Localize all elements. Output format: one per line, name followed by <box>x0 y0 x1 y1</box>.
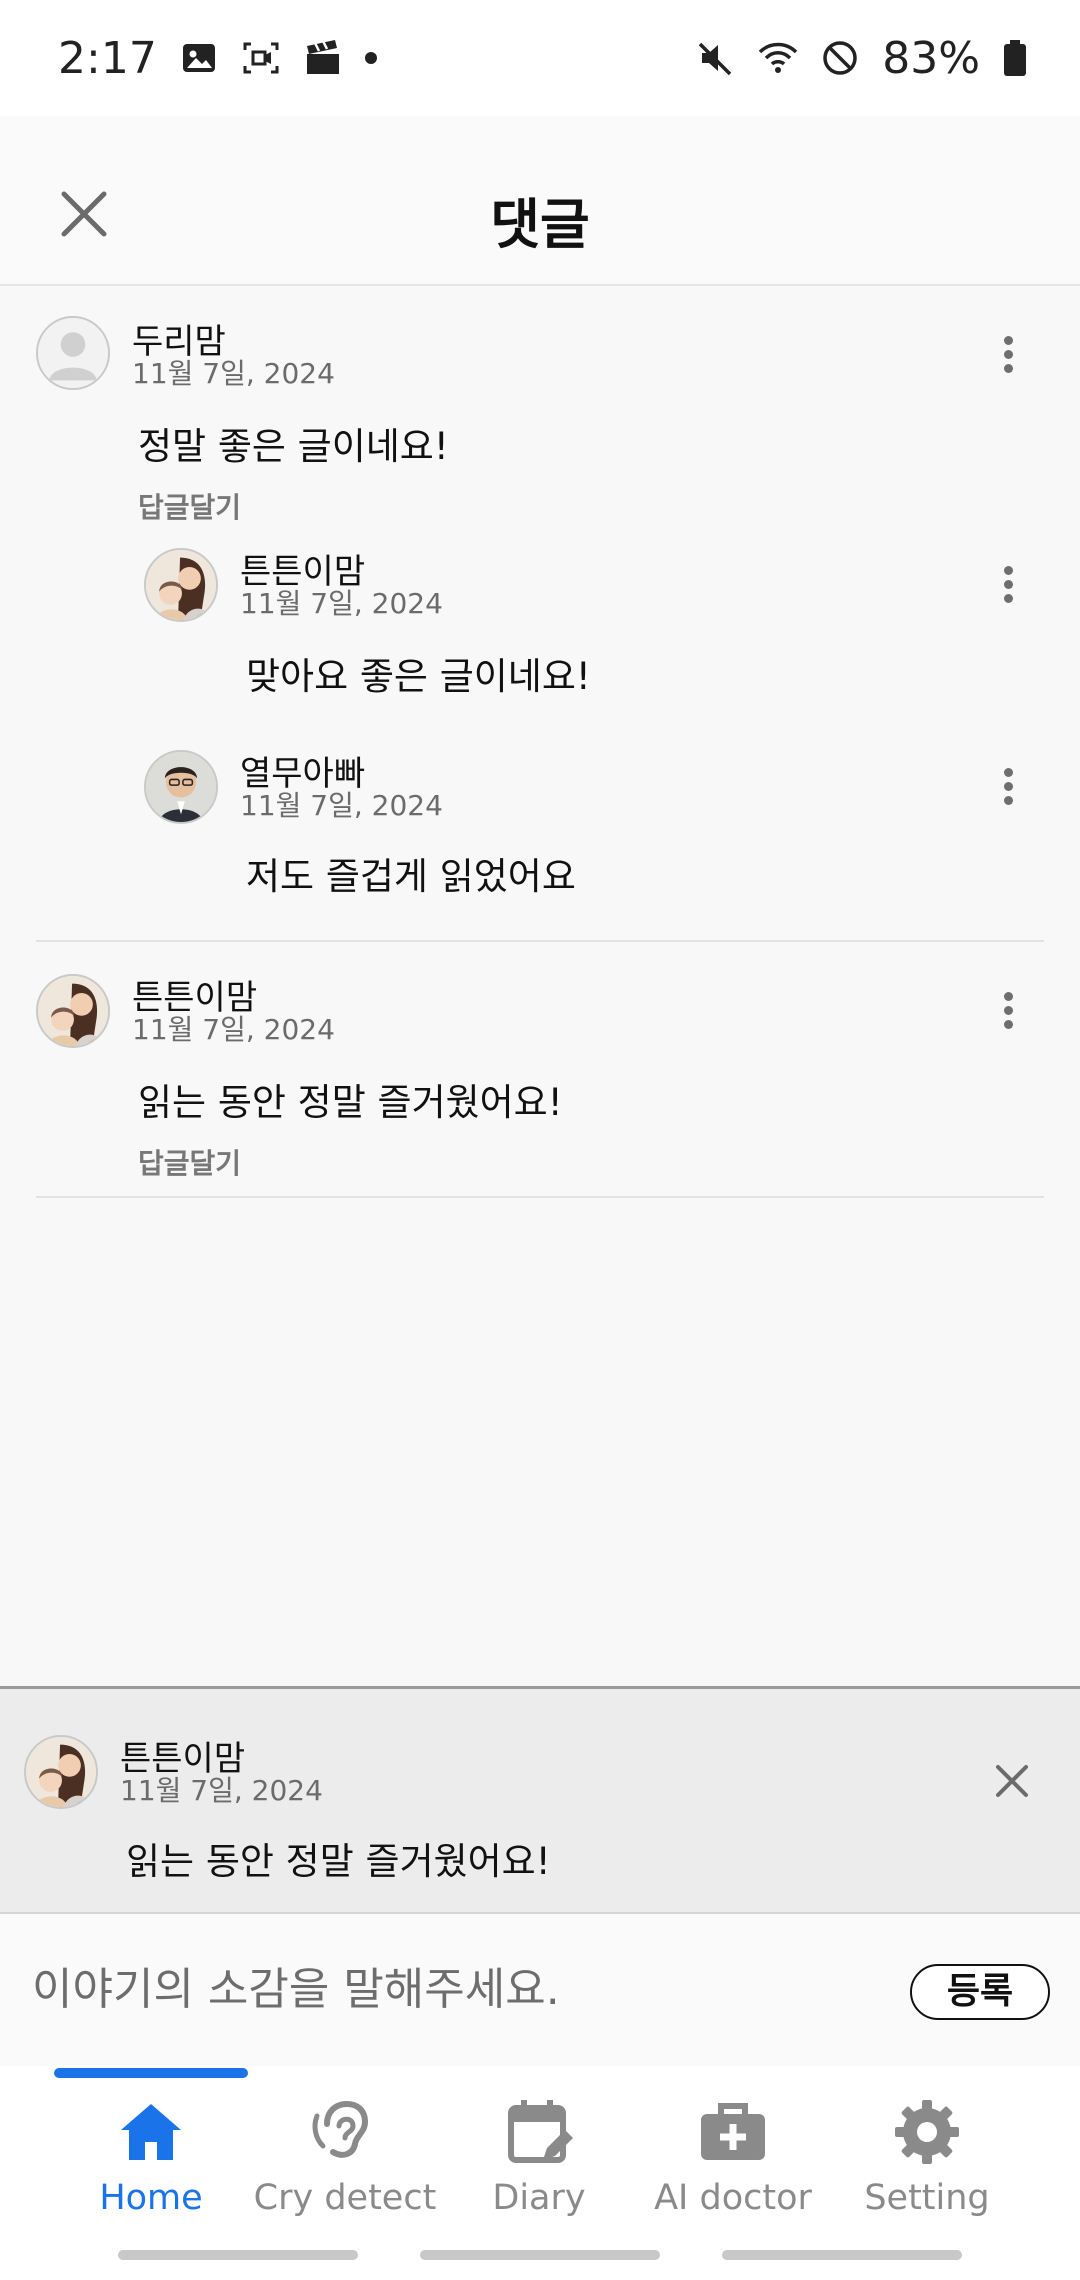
close-icon[interactable] <box>984 1753 1040 1809</box>
wifi-icon <box>758 42 798 73</box>
reply-date: 11월 7일, 2024 <box>240 789 443 822</box>
battery-percent: 83% <box>882 32 980 84</box>
reply-preview: 튼튼이맘 11월 7일, 2024 읽는 동안 정말 즐거웠어요! <box>0 1686 1080 1914</box>
gear-icon <box>895 2100 959 2164</box>
reply-button[interactable]: 답글달기 <box>138 486 241 526</box>
avatar[interactable] <box>36 974 110 1048</box>
nav-label: AI doctor <box>654 2178 812 2218</box>
reply-text: 저도 즐겁게 읽었어요 <box>246 855 576 898</box>
submit-button[interactable]: 등록 <box>910 1964 1050 2020</box>
notification-dot <box>364 52 377 64</box>
more-options-icon[interactable] <box>988 756 1028 816</box>
screen-record-icon <box>243 42 279 74</box>
reply-text: 맞아요 좋은 글이네요! <box>246 655 591 698</box>
nav-label: Home <box>99 2178 203 2218</box>
comment-input[interactable] <box>32 1954 872 2024</box>
more-options-icon[interactable] <box>988 324 1028 384</box>
avatar[interactable] <box>144 548 218 622</box>
nav-diary[interactable]: Diary <box>442 2096 636 2236</box>
mother-child-avatar <box>26 1737 96 1807</box>
mute-icon <box>698 42 732 76</box>
gesture-bar <box>722 2250 962 2260</box>
reply-date: 11월 7일, 2024 <box>240 587 443 620</box>
medical-bag-icon <box>701 2103 765 2160</box>
reply-preview-text: 읽는 동안 정말 즐거웠어요! <box>126 1840 551 1883</box>
active-tab-indicator <box>54 2068 248 2078</box>
bottom-nav: Home Cry detect Diary AI doctor Setting <box>0 2066 1080 2280</box>
status-bar: 2:17 83% <box>0 0 1080 116</box>
block-icon <box>823 41 857 75</box>
more-options-icon[interactable] <box>988 980 1028 1040</box>
nav-home[interactable]: Home <box>54 2096 248 2236</box>
comment-input-bar: 등록 <box>0 1914 1080 2066</box>
mother-child-avatar <box>146 550 216 620</box>
reply-preview-date: 11월 7일, 2024 <box>120 1774 323 1807</box>
comment-text: 읽는 동안 정말 즐거웠어요! <box>138 1081 563 1124</box>
nav-cry-detect[interactable]: Cry detect <box>248 2096 442 2236</box>
home-icon <box>121 2104 181 2160</box>
mother-child-avatar <box>38 976 108 1046</box>
nav-label: Diary <box>492 2178 586 2218</box>
comment-divider <box>36 1196 1044 1198</box>
battery-icon <box>1004 40 1026 76</box>
reply-button[interactable]: 답글달기 <box>138 1142 241 1182</box>
status-time: 2:17 <box>58 32 157 84</box>
avatar <box>24 1735 98 1809</box>
avatar[interactable] <box>144 750 218 824</box>
gallery-icon <box>182 44 215 72</box>
nav-label: Cry detect <box>253 2178 437 2218</box>
comment-divider <box>36 940 1044 942</box>
ear-icon <box>312 2100 369 2158</box>
comment-date: 11월 7일, 2024 <box>132 357 335 390</box>
nav-setting[interactable]: Setting <box>830 2096 1024 2236</box>
calendar-edit-icon <box>508 2100 573 2163</box>
man-glasses-avatar <box>146 752 216 822</box>
nav-label: Setting <box>864 2178 990 2218</box>
comment-date: 11월 7일, 2024 <box>132 1013 335 1046</box>
gesture-bar <box>118 2250 358 2260</box>
more-options-icon[interactable] <box>988 554 1028 614</box>
comments-screen: 2:17 83% 댓글 두리맘 11월 7일, 2024 정말 좋은 글이네요!… <box>0 0 1080 2280</box>
clapper-icon <box>306 40 339 74</box>
gesture-bar <box>420 2250 660 2260</box>
page-title: 댓글 <box>490 193 590 256</box>
default-avatar-icon <box>38 318 108 388</box>
header-bar: 댓글 <box>0 116 1080 286</box>
nav-ai-doctor[interactable]: AI doctor <box>636 2096 830 2236</box>
comment-text: 정말 좋은 글이네요! <box>138 425 449 468</box>
avatar[interactable] <box>36 316 110 390</box>
